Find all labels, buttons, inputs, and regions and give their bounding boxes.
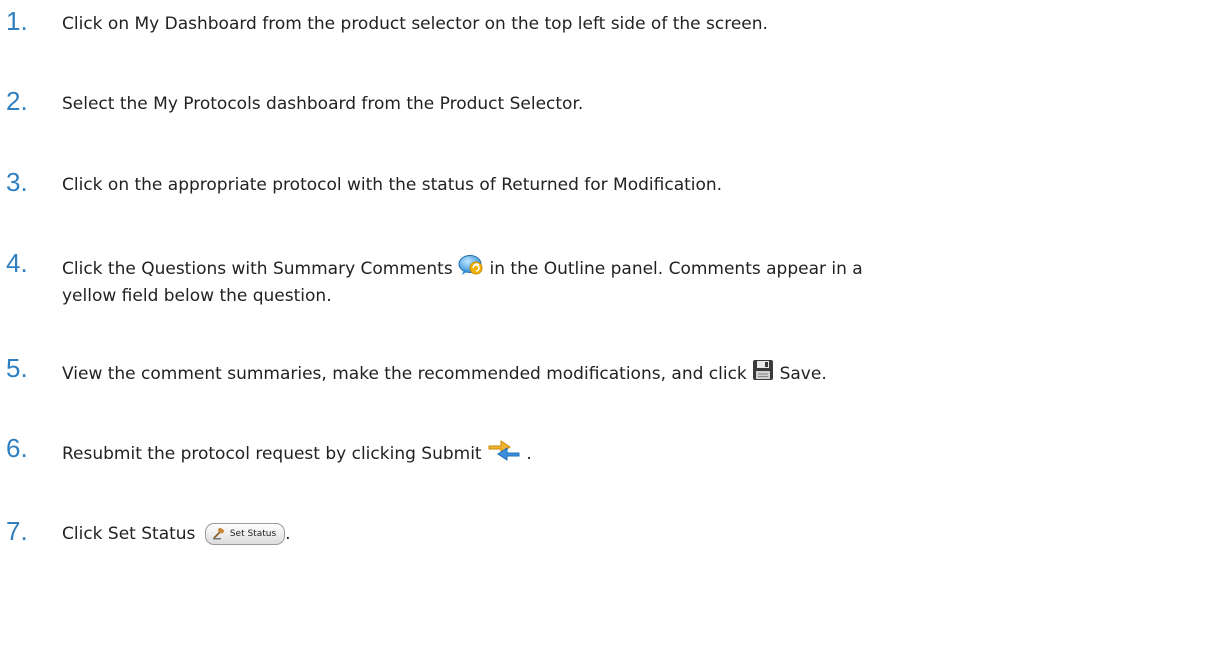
step-number: 5.: [6, 353, 28, 383]
step-text-after: in the Outline panel. Comments appear in…: [489, 259, 863, 279]
step-text: Click the Questions with Summary Comment…: [62, 254, 1202, 309]
step-number: 6.: [6, 433, 28, 463]
step-text-before: Click Set Status: [62, 524, 196, 544]
step-text-after: Save.: [779, 364, 827, 384]
step-text: Click on the appropriate protocol with t…: [62, 175, 723, 195]
step-number: 4.: [6, 248, 28, 278]
save-icon: [752, 359, 774, 389]
step-text-before: View the comment summaries, make the rec…: [62, 364, 747, 384]
set-status-button-label: Set Status: [229, 528, 277, 539]
step-number: 2.: [6, 86, 28, 116]
gavel-icon: [212, 528, 225, 540]
step-number: 3.: [6, 167, 28, 197]
step-text: View the comment summaries, make the rec…: [62, 359, 1202, 389]
step-text-after: .: [285, 524, 291, 544]
step-text: Select the My Protocols dashboard from t…: [62, 94, 584, 114]
summary-comments-icon: [458, 254, 484, 284]
step-text: Click on My Dashboard from the product s…: [62, 14, 768, 34]
step-text-line2: yellow field below the question.: [62, 286, 332, 306]
step-text: Click Set Status Set Status .: [62, 522, 1202, 547]
step-number: 7.: [6, 516, 28, 546]
submit-arrow-icon: [487, 439, 521, 469]
step-text: Resubmit the protocol request by clickin…: [62, 439, 1202, 469]
step-text-before: Click the Questions with Summary Comment…: [62, 259, 453, 279]
step-number: 1.: [6, 6, 28, 36]
step-text-after: .: [526, 444, 532, 464]
step-text-before: Resubmit the protocol request by clickin…: [62, 444, 482, 464]
set-status-button: Set Status: [204, 523, 286, 545]
